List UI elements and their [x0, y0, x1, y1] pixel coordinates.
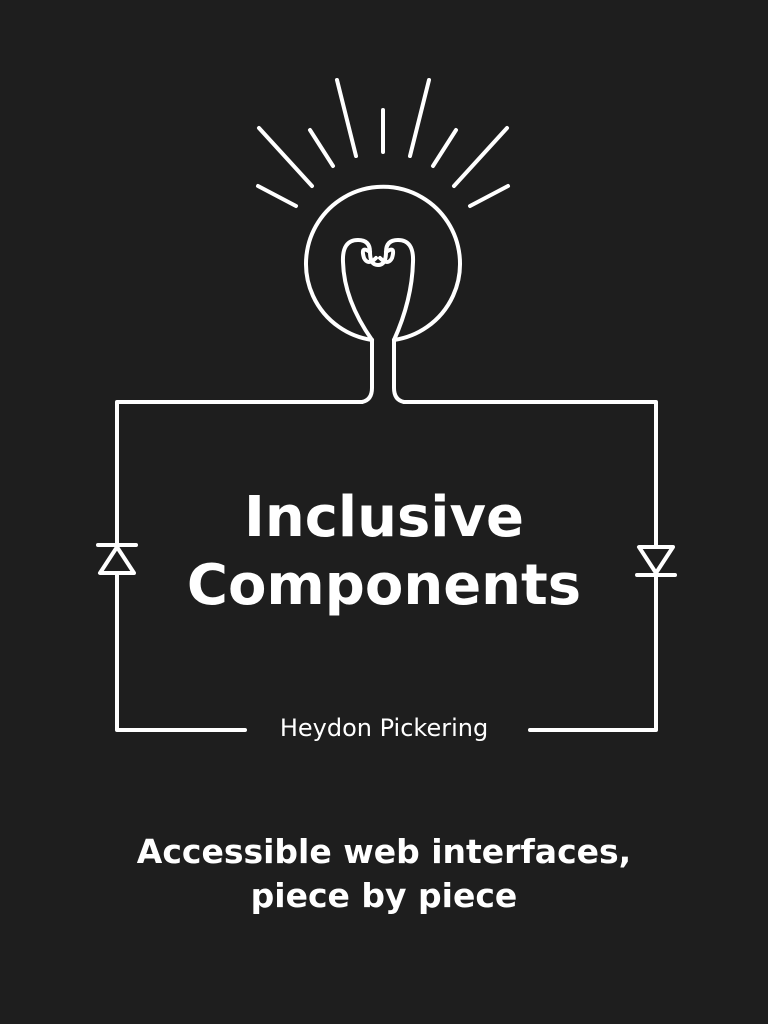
- book-subtitle: Accessible web interfaces, piece by piec…: [0, 830, 768, 918]
- author-name: Heydon Pickering: [250, 710, 518, 746]
- book-title: Inclusive Components: [0, 484, 768, 620]
- book-title-line-2: Components: [186, 553, 582, 618]
- book-title-line-1: Inclusive: [244, 485, 524, 550]
- lightbulb-icon: [306, 187, 460, 402]
- book-subtitle-line-1: Accessible web interfaces,: [136, 832, 632, 871]
- book-cover: Inclusive Components Heydon Pickering Ac…: [0, 0, 768, 1024]
- book-subtitle-line-2: piece by piece: [250, 876, 518, 915]
